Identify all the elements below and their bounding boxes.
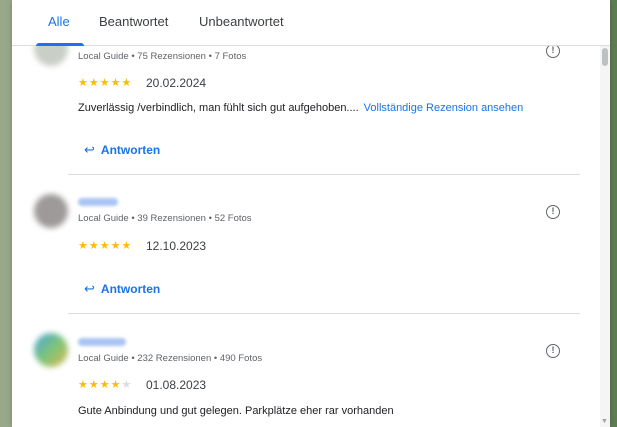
reply-arrow-icon: ↩: [84, 142, 95, 157]
divider: [68, 174, 580, 175]
reviewer-meta: Local Guide • 39 Rezensionen • 52 Fotos: [78, 213, 252, 224]
report-flag-icon[interactable]: !: [546, 205, 560, 219]
tab-unbeantwortet[interactable]: Unbeantwortet: [199, 14, 284, 29]
report-flag-icon[interactable]: !: [546, 344, 560, 358]
star-rating: ★★★★★: [78, 77, 133, 89]
reviewer-avatar: [34, 333, 68, 367]
tab-beantwortet[interactable]: Beantwortet: [99, 14, 168, 29]
reviewer-name: [78, 338, 126, 346]
scrollbar[interactable]: ▼: [600, 46, 610, 427]
reviewer-name: [78, 198, 118, 206]
tab-alle[interactable]: Alle: [48, 14, 70, 29]
divider: [68, 313, 580, 314]
filter-tabs: Alle Beantwortet Unbeantwortet: [12, 0, 610, 46]
full-review-link[interactable]: Vollständige Rezension ansehen: [364, 102, 524, 114]
review-text: Zuverlässig /verbindlich, man fühlt sich…: [78, 102, 524, 114]
star-rating: ★★★★★: [78, 240, 133, 252]
review-date: 20.02.2024: [146, 76, 207, 90]
active-tab-indicator: [36, 43, 84, 46]
scroll-down-icon[interactable]: ▼: [601, 418, 608, 425]
review-text: Gute Anbindung und gut gelegen. Parkplät…: [78, 405, 394, 417]
reply-button[interactable]: ↩ Antworten: [84, 142, 160, 158]
reply-arrow-icon: ↩: [84, 281, 95, 296]
review-date: 12.10.2023: [146, 239, 207, 253]
report-flag-icon[interactable]: !: [546, 44, 560, 58]
reviewer-avatar: [34, 194, 68, 228]
reviewer-meta: Local Guide • 232 Rezensionen • 490 Foto…: [78, 353, 263, 364]
reviews-panel: Alle Beantwortet Unbeantwortet Local Gui…: [12, 0, 610, 427]
reply-button[interactable]: ↩ Antworten: [84, 281, 160, 297]
scrollbar-thumb[interactable]: [602, 48, 608, 66]
review-date: 01.08.2023: [146, 378, 207, 392]
star-rating: ★★★★★: [78, 379, 133, 391]
reviewer-meta: Local Guide • 75 Rezensionen • 7 Fotos: [78, 51, 247, 62]
